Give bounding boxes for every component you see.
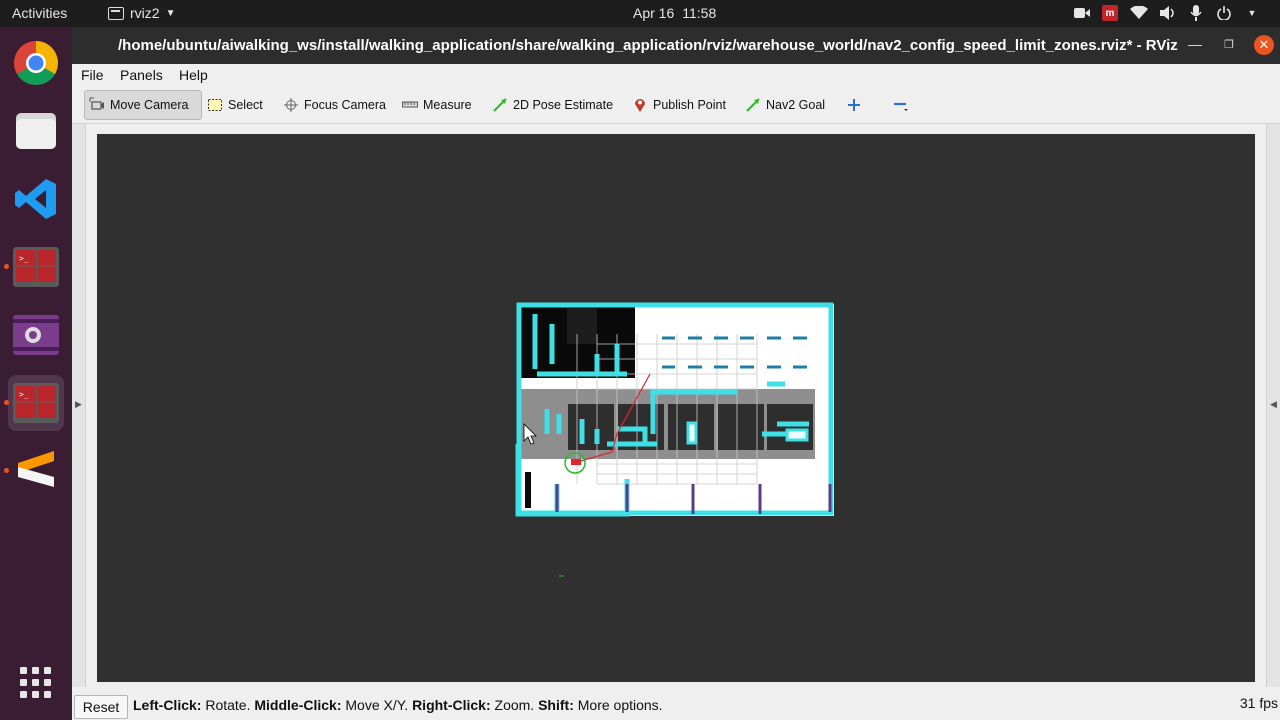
menu-help[interactable]: Help [179, 67, 208, 83]
chevron-right-icon: ▶ [75, 399, 82, 409]
terminal-icon: >_ [13, 247, 59, 287]
plus-icon [846, 97, 862, 113]
dock-item-video-recorder[interactable] [8, 307, 64, 363]
tool-measure[interactable]: Measure [398, 90, 476, 120]
fps-counter: 31 fps [1239, 695, 1278, 711]
nav2-goal-icon [745, 97, 761, 113]
running-indicator [4, 468, 9, 473]
tool-publish-point[interactable]: Publish Point [628, 90, 730, 120]
help-value: Move X/Y. [345, 697, 409, 713]
tool-2d-pose-estimate[interactable]: 2D Pose Estimate [488, 90, 617, 120]
window-icon [108, 6, 124, 20]
tool-label: Nav2 Goal [766, 98, 826, 112]
menu-panels[interactable]: Panels [120, 67, 163, 83]
tool-focus-camera[interactable]: Focus Camera [279, 90, 390, 120]
chevron-down-icon: ▼ [165, 7, 176, 19]
record-icon[interactable]: m [1102, 4, 1118, 22]
gnome-top-bar: Activities rviz2 ▼ Apr 16 11:58 m ▼ [0, 0, 1280, 27]
status-bar: Reset Left-Click: Rotate. Middle-Click: … [72, 691, 1280, 720]
select-icon [207, 97, 223, 113]
minus-icon [892, 97, 908, 113]
volume-icon[interactable] [1160, 4, 1176, 22]
tool-nav2-goal[interactable]: Nav2 Goal [741, 90, 829, 120]
vscode-icon [15, 179, 56, 219]
right-panel-toggle[interactable]: ◀ [1266, 124, 1280, 687]
remove-tool-button[interactable] [888, 90, 912, 120]
chrome-icon [14, 41, 58, 85]
help-key: Middle-Click: [254, 697, 342, 713]
help-value: Zoom. [494, 697, 535, 713]
running-indicator [4, 264, 9, 269]
publish-point-icon [632, 97, 648, 113]
mouse-help-text: Left-Click: Rotate. Middle-Click: Move X… [133, 697, 663, 713]
chevron-left-icon: ◀ [1270, 399, 1277, 409]
wifi-icon[interactable] [1130, 4, 1148, 22]
measure-icon [402, 97, 418, 113]
dock-item-vscode[interactable] [8, 171, 64, 227]
tool-label: 2D Pose Estimate [513, 98, 614, 112]
running-indicator [4, 400, 9, 405]
maximize-icon[interactable]: ❐ [1224, 38, 1234, 51]
clock[interactable]: Apr 16 11:58 [633, 5, 716, 21]
dock-item-files[interactable] [8, 103, 64, 159]
tool-label: Measure [423, 98, 472, 112]
microphone-icon[interactable] [1188, 4, 1204, 22]
dock-item-app-grid[interactable] [8, 655, 64, 711]
chevron-down-icon[interactable]: ▼ [1244, 4, 1260, 22]
rviz-window: /home/ubuntu/aiwalking_ws/install/walkin… [72, 27, 1280, 720]
power-icon[interactable] [1216, 4, 1232, 22]
add-tool-button[interactable] [842, 90, 866, 120]
tool-label: Move Camera [110, 98, 189, 112]
clock-time: 11:58 [682, 5, 717, 21]
help-value: More options. [577, 697, 663, 713]
svg-text:>_: >_ [19, 254, 29, 263]
terminal-icon: >_ [13, 383, 59, 423]
dock-item-chrome[interactable] [8, 35, 64, 91]
menu-bar: File Panels Help [72, 64, 1280, 86]
activities-button[interactable]: Activities [12, 5, 67, 21]
render-viewport[interactable] [97, 134, 1255, 682]
clock-date: Apr 16 [633, 5, 675, 21]
tool-label: Select [228, 98, 263, 112]
camera-icon[interactable] [1074, 4, 1090, 22]
dock: >_ >_ [0, 27, 72, 720]
tool-label: Publish Point [653, 98, 726, 112]
minimize-icon[interactable]: — [1188, 36, 1202, 52]
app-grid-icon [20, 667, 51, 698]
app-menu[interactable]: rviz2 ▼ [108, 5, 175, 21]
video-icon [13, 315, 59, 355]
window-titlebar[interactable]: /home/ubuntu/aiwalking_ws/install/walkin… [72, 27, 1280, 64]
pose-estimate-icon [492, 97, 508, 113]
tool-select[interactable]: Select [203, 90, 267, 120]
move-camera-icon [89, 97, 105, 113]
svg-text:>_: >_ [19, 390, 29, 399]
window-title: /home/ubuntu/aiwalking_ws/install/walkin… [118, 37, 1178, 54]
help-key: Left-Click: [133, 697, 202, 713]
tool-bar: Move Camera Select Focus Camera Measure … [72, 86, 1280, 124]
system-tray[interactable]: m ▼ [1074, 4, 1260, 22]
tool-label: Focus Camera [304, 98, 386, 112]
close-icon[interactable]: ✕ [1254, 35, 1274, 55]
left-panel-toggle[interactable]: ▶ [72, 124, 86, 687]
help-key: Shift: [538, 697, 574, 713]
dock-item-sublime[interactable] [8, 443, 64, 499]
help-value: Rotate. [205, 697, 251, 713]
tool-move-camera[interactable]: Move Camera [84, 90, 202, 120]
help-key: Right-Click: [412, 697, 491, 713]
warehouse-map [515, 302, 834, 577]
files-icon [16, 113, 56, 149]
dock-item-terminal[interactable]: >_ [8, 239, 64, 295]
focus-camera-icon [283, 97, 299, 113]
sublime-icon [18, 451, 54, 487]
dock-item-terminal-2[interactable]: >_ [8, 375, 64, 431]
robot-marker [571, 459, 581, 465]
app-menu-label: rviz2 [130, 5, 160, 21]
reset-button[interactable]: Reset [74, 695, 128, 719]
menu-file[interactable]: File [81, 67, 104, 83]
